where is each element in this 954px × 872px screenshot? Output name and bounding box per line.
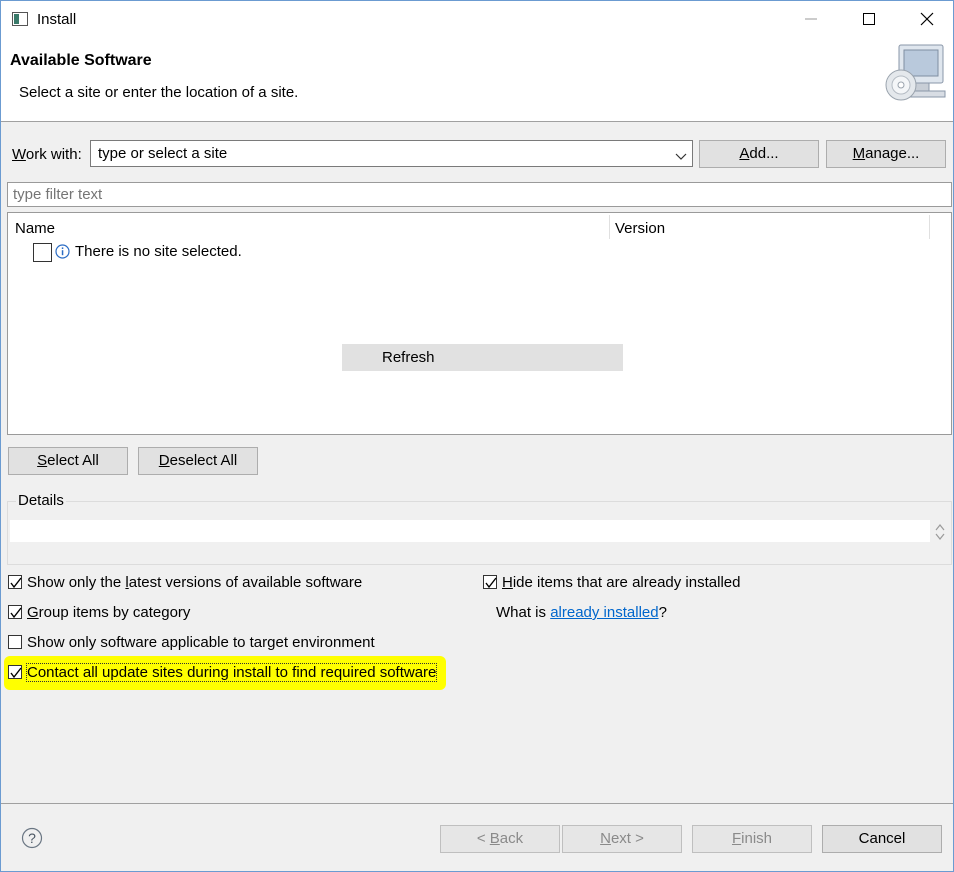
details-label: Details bbox=[16, 492, 66, 509]
minimize-icon[interactable] bbox=[801, 9, 821, 29]
refresh-button-label: Refresh bbox=[382, 349, 435, 366]
back-button[interactable]: < Back bbox=[440, 825, 560, 853]
latest-versions-checkbox[interactable] bbox=[8, 575, 22, 589]
column-header-name[interactable]: Name bbox=[15, 220, 55, 237]
column-divider bbox=[609, 215, 610, 239]
hide-installed-checkbox[interactable] bbox=[483, 575, 497, 589]
next-button[interactable]: Next > bbox=[562, 825, 682, 853]
already-installed-link[interactable]: already installed bbox=[550, 604, 658, 621]
column-divider bbox=[929, 215, 930, 239]
contact-update-sites-checkbox[interactable] bbox=[8, 665, 22, 679]
install-dialog: Install Available Software Select a site… bbox=[0, 0, 954, 872]
target-environment-label: Show only software applicable to target … bbox=[27, 634, 375, 651]
hide-installed-label: Hide items that are already installed bbox=[502, 574, 741, 591]
column-header-version[interactable]: Version bbox=[615, 220, 665, 237]
maximize-icon[interactable] bbox=[859, 9, 879, 29]
target-environment-checkbox[interactable] bbox=[8, 635, 22, 649]
eclipse-window-icon bbox=[12, 12, 28, 26]
page-title: Available Software bbox=[10, 52, 152, 69]
work-with-label: Work with: bbox=[12, 146, 82, 163]
group-by-category-checkbox[interactable] bbox=[8, 605, 22, 619]
no-site-message: There is no site selected. bbox=[75, 243, 242, 260]
work-with-combo[interactable]: type or select a site bbox=[90, 140, 693, 167]
footer-divider bbox=[1, 803, 953, 804]
add-button[interactable]: Add... bbox=[699, 140, 819, 168]
row-checkbox[interactable] bbox=[33, 243, 52, 262]
cancel-button[interactable]: Cancel bbox=[822, 825, 942, 853]
contact-update-sites-label: Contact all update sites during install … bbox=[25, 663, 438, 682]
refresh-button[interactable]: Refresh bbox=[342, 344, 623, 371]
scroll-spinner-icon[interactable] bbox=[934, 522, 946, 542]
close-icon[interactable] bbox=[917, 9, 937, 29]
latest-versions-label: Show only the latest versions of availab… bbox=[27, 574, 363, 591]
finish-button[interactable]: Finish bbox=[692, 825, 812, 853]
page-subtitle: Select a site or enter the location of a… bbox=[19, 84, 299, 101]
table-row: There is no site selected. bbox=[8, 241, 951, 263]
manage-button[interactable]: Manage... bbox=[826, 140, 946, 168]
chevron-down-icon[interactable] bbox=[675, 149, 687, 160]
window-title: Install bbox=[37, 11, 77, 28]
svg-text:?: ? bbox=[28, 830, 36, 846]
deselect-all-button[interactable]: Deselect All bbox=[138, 447, 258, 475]
group-by-category-label: Group items by category bbox=[27, 604, 191, 621]
work-with-combo-value: type or select a site bbox=[98, 145, 228, 162]
what-is-installed-text: What is already installed? bbox=[496, 604, 667, 621]
help-icon[interactable]: ? bbox=[21, 827, 43, 849]
dialog-header: Available Software Select a site or ente… bbox=[1, 39, 953, 122]
software-table: Name Version There is no site selected. … bbox=[7, 212, 952, 435]
install-software-icon bbox=[885, 43, 951, 105]
filter-input[interactable] bbox=[7, 182, 952, 207]
details-text-area[interactable] bbox=[10, 520, 930, 542]
select-all-button[interactable]: Select All bbox=[8, 447, 128, 475]
details-group: Details bbox=[7, 492, 952, 565]
info-icon bbox=[55, 244, 70, 259]
title-bar: Install bbox=[1, 1, 953, 39]
